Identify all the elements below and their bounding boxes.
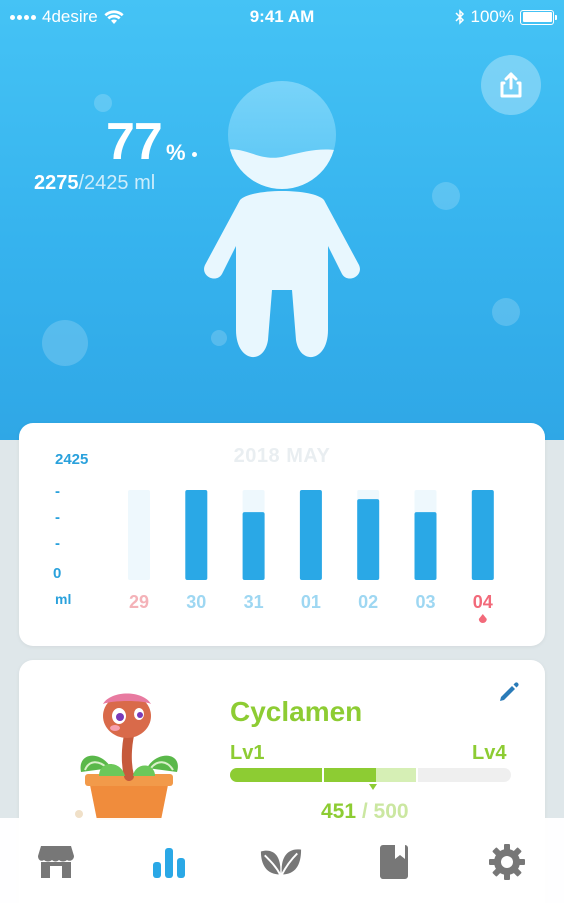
x-tick-label-04: 04: [473, 592, 493, 612]
progress-divider: [416, 768, 418, 782]
share-button[interactable]: [481, 55, 541, 115]
status-bar: 4desire 9:41 AM 100%: [0, 0, 564, 34]
decor-bubble: [492, 298, 520, 326]
bottom-tab-bar: [0, 818, 564, 903]
bar-01[interactable]: [299, 490, 322, 580]
tab-plants[interactable]: [259, 840, 303, 884]
leaf-icon: [260, 849, 302, 875]
decor-bubble: [94, 94, 112, 112]
percent-sign: %: [166, 140, 186, 165]
tab-shop[interactable]: [34, 840, 78, 884]
x-tick-label-29: 29: [129, 592, 149, 612]
decor-bubble: [42, 320, 88, 366]
battery-icon: [520, 9, 557, 25]
bar-04[interactable]: [471, 490, 494, 580]
intake-readout: 2275/2425 ml: [34, 172, 155, 195]
edit-pencil-icon[interactable]: [497, 680, 521, 704]
level-next: Lv4: [472, 742, 507, 764]
body-water-figure: [204, 81, 360, 358]
hydration-header: 4desire 9:41 AM 100% 77 % 2275/2425 ml: [0, 0, 564, 440]
store-icon: [38, 846, 74, 878]
bar-02[interactable]: [357, 499, 380, 580]
x-tick-label-02: 02: [358, 592, 378, 612]
tab-stats[interactable]: [147, 840, 191, 884]
cyclamen-plant-illustration: [75, 693, 178, 820]
x-tick-label-30: 30: [186, 592, 206, 612]
bar-31[interactable]: [242, 512, 265, 580]
intake-goal: /2425 ml: [78, 172, 156, 194]
plant-name: Cyclamen: [230, 696, 363, 727]
share-icon: [500, 72, 522, 98]
progress-marker: [369, 784, 377, 790]
today-indicator: [478, 614, 487, 623]
x-tick-label-01: 01: [301, 592, 321, 612]
tab-journal[interactable]: [372, 840, 416, 884]
x-tick-label-03: 03: [415, 592, 435, 612]
weekly-bar-chart: 29 30 31 01 02 03 04: [128, 490, 494, 623]
bluetooth-icon: [454, 9, 464, 25]
gear-icon: [489, 844, 525, 880]
progress-segment: [324, 768, 376, 782]
bar-03[interactable]: [414, 512, 437, 580]
plant-exp-progress-bar: [230, 768, 511, 782]
intake-current: 2275: [34, 172, 79, 194]
battery-percent: 100%: [470, 7, 514, 26]
weekly-intake-card: 2018 MAY 2425 - - - 0 ml 29 30 31 01 02 03 04: [19, 423, 545, 646]
level-current: Lv1: [230, 742, 265, 764]
tab-settings[interactable]: [485, 840, 529, 884]
bar-chart-icon: [153, 848, 185, 878]
bar-30[interactable]: [185, 490, 208, 580]
hydration-percent: 77: [106, 113, 163, 171]
bookmark-book-icon: [380, 845, 408, 879]
decor-bubble: [432, 182, 460, 210]
progress-segment: [230, 768, 322, 782]
bar-track: [128, 490, 150, 580]
x-tick-label-31: 31: [244, 592, 264, 612]
progress-segment-pending: [376, 768, 416, 782]
